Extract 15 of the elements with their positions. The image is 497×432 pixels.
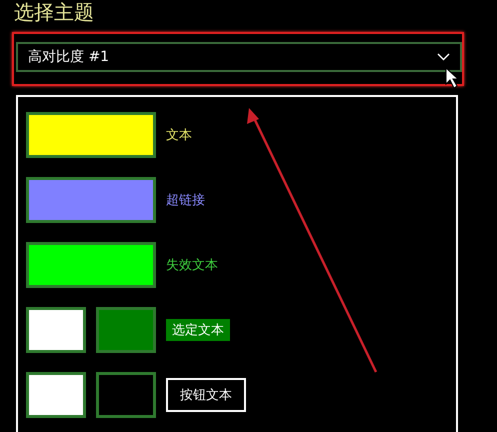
sample-text: 文本 bbox=[166, 127, 192, 144]
pointer-icon bbox=[446, 66, 460, 89]
color-swatch[interactable] bbox=[26, 112, 156, 158]
sample-text: 选定文本 bbox=[166, 319, 230, 341]
color-swatch[interactable] bbox=[26, 177, 156, 223]
color-swatch[interactable] bbox=[26, 307, 86, 353]
theme-dropdown[interactable]: 高对比度 #1 bbox=[16, 42, 462, 72]
color-swatch[interactable] bbox=[96, 372, 156, 418]
sample-text: 失效文本 bbox=[166, 257, 218, 274]
color-swatch[interactable] bbox=[96, 307, 156, 353]
chevron-down-icon bbox=[437, 53, 450, 61]
color-swatch[interactable] bbox=[26, 242, 156, 288]
section-title: 选择主题 bbox=[13, 0, 95, 26]
color-swatch[interactable] bbox=[26, 372, 86, 418]
sample-text: 超链接 bbox=[166, 192, 205, 209]
